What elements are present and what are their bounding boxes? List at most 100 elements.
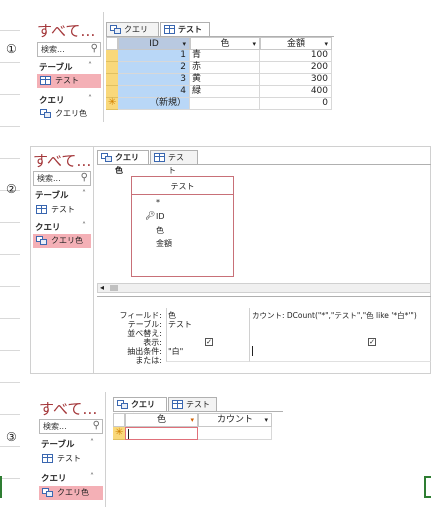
show-checkbox-2[interactable]: ✓: [368, 338, 376, 346]
group-queries[interactable]: クエリ ˄: [39, 94, 99, 106]
table-cell[interactable]: 200: [260, 62, 332, 74]
tab-query[interactable]: クエリ色: [97, 150, 149, 175]
table-cell-active[interactable]: [125, 427, 198, 440]
new-row-selector[interactable]: ✳: [113, 427, 125, 440]
group-tables[interactable]: テーブル ˄: [39, 61, 99, 73]
search-icon[interactable]: ⚲: [93, 420, 100, 431]
nav-pane-3: すべて… 検索... ⚲ テーブル ˄ テスト クエリ ˄ クエリ色: [36, 392, 106, 507]
table-cell[interactable]: 3: [118, 74, 190, 86]
nav-item-table[interactable]: テスト: [37, 74, 101, 88]
chevron-up-icon: ˄: [90, 472, 94, 481]
nav-item-table[interactable]: テスト: [33, 203, 91, 217]
chevron-up-icon: ˄: [88, 94, 92, 103]
query-icon: [42, 488, 53, 497]
table-cell[interactable]: 0: [260, 98, 332, 110]
group-queries[interactable]: クエリ ˄: [41, 472, 101, 484]
row-selector[interactable]: [106, 74, 118, 86]
nav-item-query[interactable]: クエリ色: [39, 486, 103, 500]
search-input[interactable]: 検索... ⚲: [39, 419, 103, 434]
chevron-up-icon: ˄: [82, 221, 86, 230]
field-list-title: テスト: [170, 182, 195, 191]
table-icon: [36, 205, 47, 214]
table-cell[interactable]: [198, 427, 272, 440]
table-cell[interactable]: 4: [118, 86, 190, 98]
table-cell[interactable]: 1: [118, 50, 190, 62]
table-cell[interactable]: 400: [260, 86, 332, 98]
table-cell[interactable]: 緑: [190, 86, 260, 98]
table-cell[interactable]: [190, 98, 260, 110]
dropdown-icon[interactable]: ▾: [190, 414, 194, 426]
table-cell[interactable]: 赤: [190, 62, 260, 74]
table-icon: [40, 76, 51, 85]
query-icon: [101, 153, 112, 162]
nav-item-query[interactable]: クエリ色: [37, 107, 101, 121]
table-icon: [42, 454, 53, 463]
query-criteria-1[interactable]: "白": [168, 346, 183, 357]
new-row-selector[interactable]: ✳: [106, 97, 118, 110]
field-item[interactable]: *: [156, 198, 160, 207]
column-header-count[interactable]: カウント ▾: [198, 413, 272, 427]
table-cell[interactable]: 2: [118, 62, 190, 74]
query-table-1[interactable]: テスト: [168, 319, 192, 330]
table-cell[interactable]: 300: [260, 74, 332, 86]
tab-table[interactable]: テスト: [160, 22, 210, 36]
nav-item-table[interactable]: テスト: [39, 452, 103, 466]
dropdown-icon[interactable]: ▾: [182, 38, 186, 50]
search-input[interactable]: 検索... ⚲: [37, 42, 101, 57]
label-3: ③: [6, 430, 17, 444]
column-header-id[interactable]: ID ▾: [118, 37, 190, 50]
group-tables[interactable]: テーブル ˄: [41, 438, 101, 450]
table-cell[interactable]: 黄: [190, 74, 260, 86]
field-item[interactable]: 金額: [156, 238, 172, 249]
horizontal-scrollbar[interactable]: ◂: [97, 283, 431, 293]
chevron-up-icon: ˄: [82, 189, 86, 198]
field-item[interactable]: 色: [156, 225, 164, 236]
label-1: ①: [6, 42, 17, 56]
dropdown-icon[interactable]: ▾: [264, 414, 268, 426]
scroll-left-icon[interactable]: ◂: [100, 283, 104, 292]
query-icon: [117, 400, 128, 409]
sheet-marker-right: [424, 476, 431, 498]
query-field-2[interactable]: カウント: DCount("*","テスト","色 like '*白*'"): [252, 310, 417, 321]
nav-item-query[interactable]: クエリ色: [33, 234, 91, 248]
table-field-list[interactable]: テスト * 🔑︎ ID 色 金額: [131, 176, 234, 277]
select-all[interactable]: [106, 37, 118, 50]
text-cursor: [252, 346, 253, 356]
table-cell[interactable]: 100: [260, 50, 332, 62]
table-icon: [172, 400, 183, 409]
label-2: ②: [6, 182, 17, 196]
search-icon[interactable]: ⚲: [91, 43, 98, 54]
group-tables[interactable]: テーブル ˄: [35, 189, 93, 201]
table-icon: [164, 25, 175, 34]
table-cell[interactable]: 青: [190, 50, 260, 62]
nav-title[interactable]: すべて…: [37, 20, 95, 41]
scroll-thumb[interactable]: [110, 285, 118, 291]
tab-table[interactable]: テスト: [150, 150, 198, 175]
primary-key-icon: 🔑︎: [145, 211, 156, 220]
column-header-amount[interactable]: 金額 ▾: [260, 37, 332, 50]
row-selector[interactable]: [106, 62, 118, 74]
field-item[interactable]: ID: [156, 212, 165, 221]
tab-table[interactable]: テスト: [168, 397, 217, 411]
column-header-color[interactable]: 色 ▾: [125, 413, 198, 427]
row-selector[interactable]: [106, 50, 118, 62]
tab-query[interactable]: クエリ色: [106, 22, 159, 47]
search-icon[interactable]: ⚲: [81, 172, 88, 183]
chevron-up-icon: ˄: [90, 438, 94, 447]
new-record-icon: ✳: [108, 97, 117, 108]
group-queries[interactable]: クエリ ˄: [35, 221, 93, 233]
show-checkbox-1[interactable]: ✓: [205, 338, 213, 346]
table-cell[interactable]: （新規）: [118, 98, 190, 110]
nav-title[interactable]: すべて…: [33, 150, 91, 171]
select-all[interactable]: [113, 413, 125, 427]
nav-title[interactable]: すべて…: [39, 398, 97, 419]
new-record-icon: ✳: [115, 427, 124, 438]
search-input[interactable]: 検索... ⚲: [33, 171, 91, 186]
column-header-color[interactable]: 色 ▾: [190, 37, 260, 50]
query-icon: [40, 109, 51, 118]
chevron-up-icon: ˄: [88, 61, 92, 70]
query-icon: [36, 236, 47, 245]
dropdown-icon[interactable]: ▾: [324, 38, 328, 50]
dropdown-icon[interactable]: ▾: [252, 38, 256, 50]
tab-query[interactable]: クエリ色: [113, 397, 167, 422]
